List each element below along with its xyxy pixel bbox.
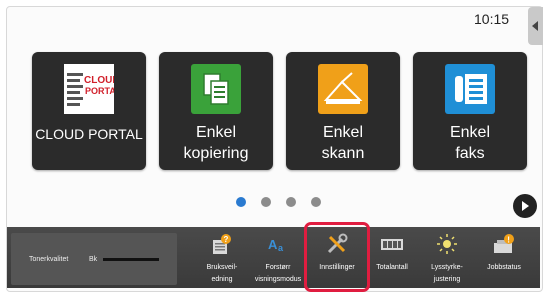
tile-enkel-kopiering[interactable]: Enkel kopiering (159, 52, 273, 170)
tile-label-line: CLOUD PORTAL (35, 126, 143, 142)
svg-text:a: a (278, 243, 284, 253)
tile-label-line: Enkel (322, 124, 364, 141)
toner-level-bar (103, 258, 159, 261)
tile-label-line: Enkel (195, 124, 237, 141)
forstorr-visningsmodus-button[interactable]: A a Forstørr visningsmodus (252, 230, 304, 286)
totalantall-button[interactable]: Totalantall (366, 230, 418, 286)
toner-label: Tonerkvalitet (29, 256, 69, 263)
svg-text:?: ? (224, 235, 229, 244)
page-dot-2[interactable] (261, 197, 271, 207)
bruksveiledning-label: Bruksveil- edning (206, 264, 238, 283)
side-panel-tab[interactable] (528, 7, 543, 45)
copy-icon (191, 64, 241, 114)
manual-icon: ? (211, 233, 233, 255)
lysstyrkejustering-label: Lysstyrke- justering (431, 264, 463, 283)
scan-icon (318, 64, 368, 114)
brightness-icon (436, 233, 458, 255)
tile-label: Enkel kopiering (159, 122, 273, 164)
page-dot-3[interactable] (286, 197, 296, 207)
cloud-portal-logo-icon: CLOUD PORTAL (64, 64, 122, 114)
chevron-right-icon (522, 201, 529, 211)
tile-label-line: faks (455, 145, 485, 162)
cloud-logo-word: CLOUD (84, 75, 114, 86)
jobbstatus-button[interactable]: ! Jobbstatus (478, 230, 530, 286)
page-dot-1[interactable] (236, 197, 246, 207)
tile-cloud-portal[interactable]: CLOUD PORTAL CLOUD PORTAL (32, 52, 146, 170)
tile-label: Enkel faks (413, 122, 527, 164)
tile-label-line: Enkel (449, 124, 491, 141)
bruksveiledning-button[interactable]: ? Bruksveil- edning (196, 230, 248, 286)
portal-logo-word: PORTAL (85, 86, 114, 96)
jobbstatus-label: Jobbstatus (487, 264, 521, 271)
page-dot-4[interactable] (311, 197, 321, 207)
totalantall-label: Totalantall (376, 264, 408, 271)
magnify-text-icon: A a (267, 233, 289, 255)
toner-status: Tonerkvalitet Bk (11, 233, 177, 285)
counter-icon (381, 233, 403, 255)
clock: 10:15 (474, 11, 510, 27)
tile-enkel-skann[interactable]: Enkel skann (286, 52, 400, 170)
next-page-button[interactable] (513, 194, 537, 218)
forstorr-visningsmodus-label: Forstørr visningsmodus (254, 264, 302, 283)
svg-text:A: A (268, 237, 278, 252)
tile-label-line: kopiering (183, 145, 249, 162)
chevron-left-icon (532, 21, 538, 31)
settings-highlight-frame (304, 222, 370, 292)
toner-color-label: Bk (89, 256, 98, 263)
tile-enkel-faks[interactable]: Enkel faks (413, 52, 527, 170)
lysstyrkejustering-button[interactable]: Lysstyrke- justering (421, 230, 473, 286)
fax-icon (445, 64, 495, 114)
tile-label-line: skann (321, 145, 365, 162)
svg-text:!: ! (507, 236, 510, 245)
device-frame: 10:15 CLOUD PORTAL CLOUD PORTAL (0, 0, 545, 296)
job-status-icon: ! (493, 233, 515, 255)
tile-label: Enkel skann (286, 122, 400, 164)
tile-label: CLOUD PORTAL (32, 124, 146, 145)
